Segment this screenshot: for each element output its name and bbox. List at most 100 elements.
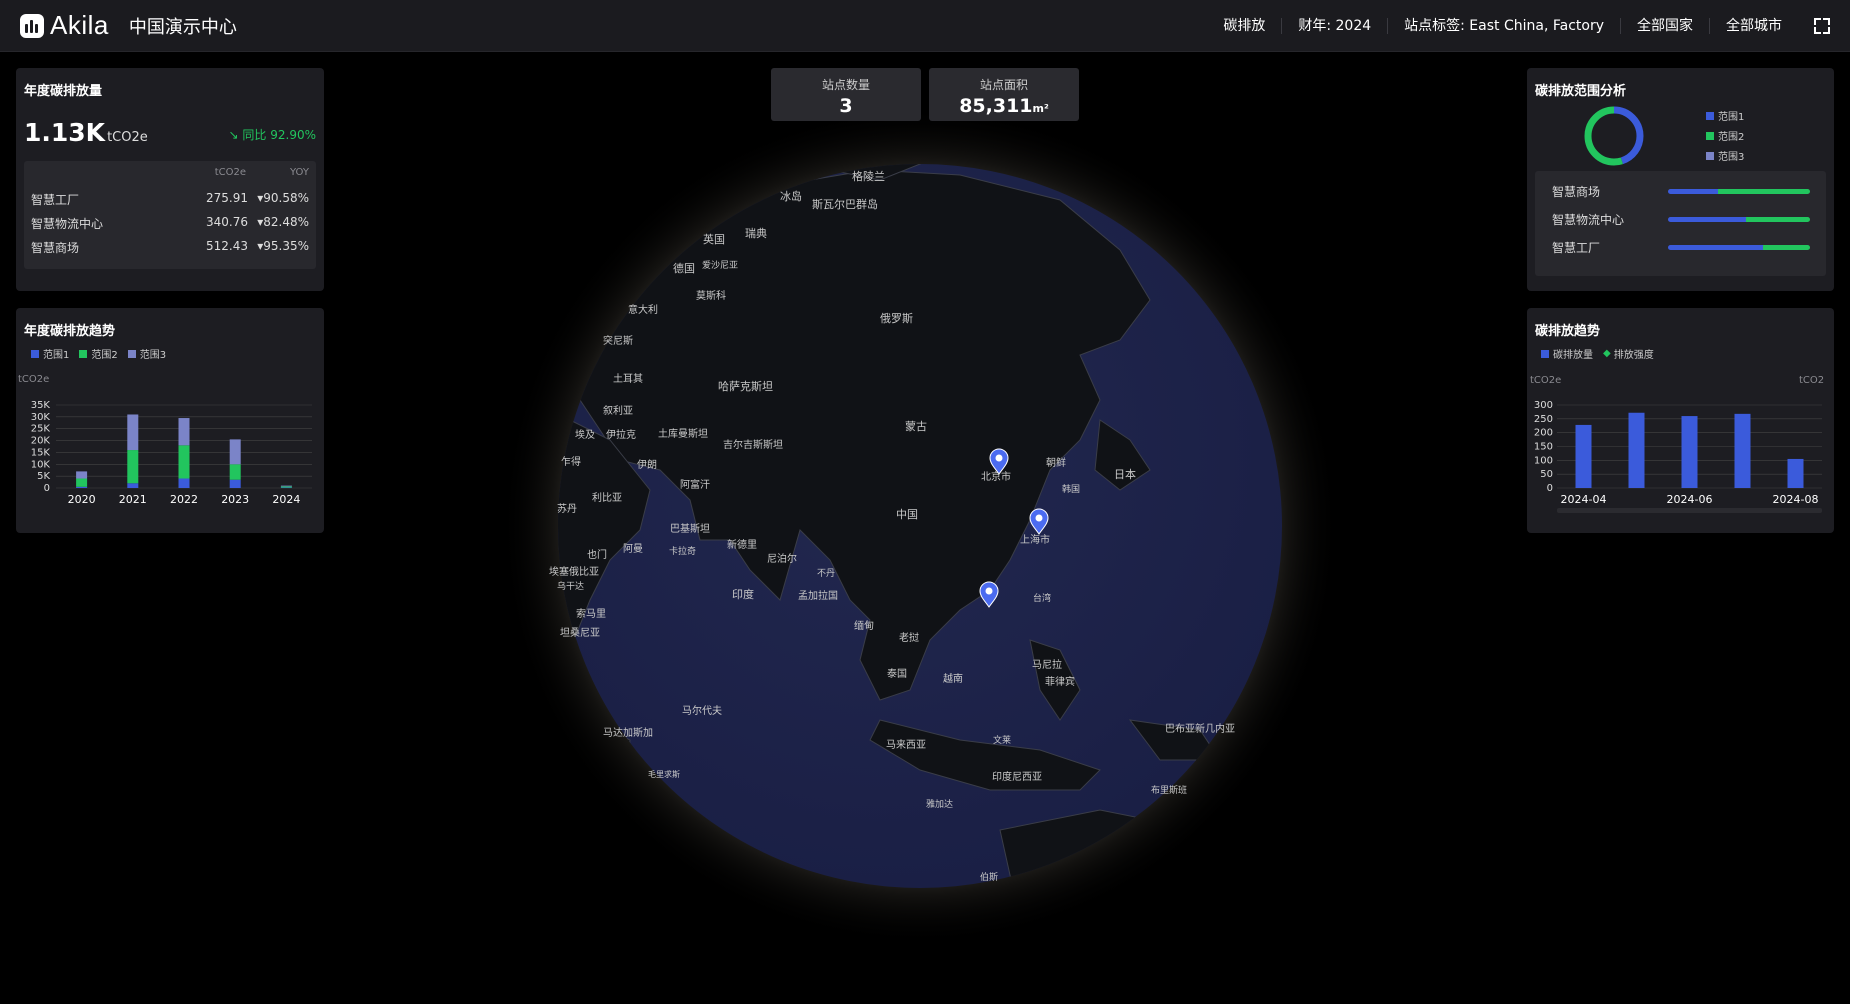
map-label: 中国 — [896, 508, 918, 521]
map-label: 利比亚 — [592, 492, 622, 504]
map-label: 蒙古 — [905, 420, 927, 433]
map-label: 斯瓦尔巴群岛 — [812, 197, 878, 211]
legend-emission[interactable]: 碳排放量 — [1541, 346, 1593, 361]
axis-unit-label: tCO2e — [1530, 375, 1561, 386]
y-tick-label: 25K — [31, 424, 51, 435]
map-label: 卡拉奇 — [669, 545, 696, 557]
y-tick-label: 100 — [1534, 455, 1553, 466]
map-label: 意大利 — [628, 303, 658, 316]
chart-bar — [127, 414, 139, 451]
table-row[interactable]: 智慧物流中心 340.76 ▾82.48% — [24, 215, 316, 237]
legend-scope1[interactable]: 范围1 — [1706, 108, 1744, 123]
chart-bar — [127, 483, 139, 488]
chart-legend: 范围1 范围2 范围3 — [31, 346, 176, 361]
map-label: 俄罗斯 — [880, 312, 913, 325]
chart-bar — [76, 486, 88, 488]
y-tick-label: 5K — [37, 471, 50, 482]
map-label: 德国 — [673, 261, 695, 275]
map-label: 台湾 — [1033, 592, 1051, 604]
donut-legend: 范围1 范围2 范围3 — [1706, 108, 1754, 163]
panel-title: 年度碳排放量 — [24, 84, 103, 99]
x-tick-label: 2024 — [272, 493, 300, 506]
x-tick-label: 2024-08 — [1773, 493, 1819, 506]
map-label: 土库曼斯坦 — [658, 427, 708, 440]
map-label: 不丹 — [817, 568, 835, 579]
map-label: 马来西亚 — [886, 739, 926, 751]
scope-bar[interactable] — [1668, 217, 1810, 222]
x-tick-label: 2022 — [170, 493, 198, 506]
map-label: 雅加达 — [926, 798, 953, 810]
map-label: 印度 — [732, 587, 754, 601]
chart-bar — [229, 464, 241, 480]
emission-trend-chart[interactable]: tCO2e tCO2 0 50 100 150 200 250 300 2024-04 2024-0… — [1527, 368, 1834, 533]
annual-emission-panel: 年度碳排放量 1.13K tCO2e ↘ 同比 92.90% tCO2e YOY … — [16, 68, 324, 291]
total-emission-value: 1.13K tCO2e — [24, 118, 148, 147]
y-tick-label: 50 — [1540, 469, 1553, 480]
chart-bar — [127, 450, 139, 484]
column-unit: tCO2e — [214, 167, 246, 178]
kpi-label: 站点数量 — [821, 78, 870, 92]
chart-bar — [1681, 416, 1698, 488]
map-label: 巴布亚新几内亚 — [1165, 722, 1235, 735]
column-yoy: YOY — [290, 167, 309, 178]
chart-bar — [1787, 458, 1804, 488]
kpi-site-count: 站点数量 3 — [771, 68, 921, 121]
y-tick-label: 250 — [1534, 414, 1553, 425]
map-label: 埃及 — [575, 428, 595, 441]
legend-scope3[interactable]: 范围3 — [1706, 148, 1744, 163]
scope-analysis-panel: 碳排放范围分析 范围1 范围2 范围3 智慧商场 智慧物流中心 智慧工厂 — [1527, 68, 1834, 291]
chart-bar — [229, 479, 241, 488]
map-label: 巴基斯坦 — [670, 522, 710, 535]
map-label: 马尼拉 — [1032, 658, 1062, 671]
x-tick-label: 2020 — [68, 493, 96, 506]
map-label: 北京市 — [981, 470, 1011, 483]
chart-bar — [1628, 412, 1645, 488]
site-scope-list: 智慧商场 智慧物流中心 智慧工厂 — [1535, 171, 1826, 276]
y-tick-label: 30K — [31, 412, 51, 423]
map-label: 毛里求斯 — [648, 769, 680, 779]
table-row[interactable]: 智慧工厂 275.91 ▾90.58% — [24, 191, 316, 213]
legend-scope3[interactable]: 范围3 — [127, 346, 166, 361]
map-label: 英国 — [703, 232, 725, 246]
chart-legend: 碳排放量 ◆ 排放强度 — [1541, 346, 1664, 361]
x-tick-label: 2023 — [221, 493, 249, 506]
kpi-value: 85,311m² — [959, 95, 1049, 117]
y-tick-label: 15K — [31, 447, 51, 458]
legend-scope2[interactable]: 范围2 — [1706, 128, 1744, 143]
axis-unit-label: tCO2 — [1799, 375, 1824, 386]
map-label: 孟加拉国 — [798, 589, 838, 602]
map-label: 坦桑尼亚 — [560, 626, 600, 639]
map-label: 伊拉克 — [606, 428, 636, 441]
y-tick-label: 200 — [1534, 428, 1553, 439]
chart-bar — [76, 471, 88, 479]
scope-bar[interactable] — [1668, 189, 1810, 194]
map-label: 哈萨克斯坦 — [718, 379, 773, 393]
legend-scope2[interactable]: 范围2 — [79, 346, 118, 361]
chart-bar — [178, 445, 190, 479]
map-label: 菲律宾 — [1045, 675, 1075, 688]
map-label: 朝鲜 — [1046, 456, 1066, 469]
map-label: 也门 — [587, 548, 607, 561]
axis-unit-label: tCO2e — [18, 374, 49, 385]
scope-bar[interactable] — [1668, 245, 1810, 250]
map-label: 乌干达 — [557, 580, 584, 592]
kpi-site-area: 站点面积 85,311m² — [929, 68, 1079, 121]
kpi-label: 站点面积 — [979, 78, 1028, 92]
legend-scope1[interactable]: 范围1 — [31, 346, 69, 361]
legend-intensity[interactable]: ◆ 排放强度 — [1603, 346, 1654, 361]
map-label: 布里斯班 — [1151, 784, 1187, 796]
map-label: 日本 — [1114, 467, 1136, 481]
kpi-value: 3 — [839, 95, 853, 117]
y-tick-label: 0 — [44, 483, 50, 494]
y-tick-label: 300 — [1534, 400, 1553, 411]
map-label: 伊朗 — [637, 459, 657, 471]
annual-trend-chart[interactable]: tCO2e 05K10K15K20K25K30K35K 2020 2021 2022 20… — [16, 368, 324, 533]
chart-bar — [280, 486, 292, 488]
scope-row-label: 智慧物流中心 — [1552, 213, 1625, 227]
scroll-track — [1557, 508, 1822, 513]
scope-donut-chart[interactable] — [1582, 104, 1646, 168]
map-label: 乍得 — [561, 455, 581, 468]
map-label: 瑞典 — [745, 226, 767, 240]
map-label: 叙利亚 — [603, 404, 633, 417]
table-row[interactable]: 智慧商场 512.43 ▾95.35% — [24, 239, 316, 261]
